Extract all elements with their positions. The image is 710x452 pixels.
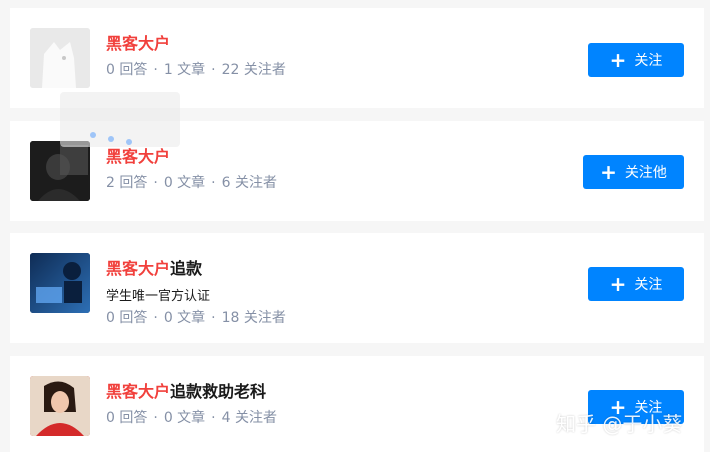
- follow-button-label: 关注他: [624, 165, 667, 181]
- followers-count: 6 关注者: [221, 175, 277, 191]
- name-rest[interactable]: 追款: [170, 259, 202, 278]
- articles-count: 1 文章: [163, 62, 206, 78]
- separator: ·: [211, 310, 216, 326]
- user-stats: 0 回答 · 0 文章 · 18 关注者: [106, 307, 286, 327]
- name-highlight[interactable]: 黑客大户: [106, 34, 170, 53]
- separator: ·: [153, 62, 158, 78]
- name-highlight[interactable]: 黑客大户: [106, 382, 170, 401]
- user-stats: 0 回答 · 1 文章 · 22 关注者: [106, 59, 286, 79]
- loading-dot: [108, 136, 114, 142]
- followers-count: 4 关注者: [221, 410, 277, 426]
- avatar[interactable]: [30, 376, 90, 436]
- plus-icon: +: [609, 272, 627, 296]
- follow-button[interactable]: + 关注: [588, 43, 684, 77]
- answers-count: 0 回答: [106, 62, 148, 78]
- avatar[interactable]: [30, 141, 90, 201]
- answers-count: 2 回答: [106, 175, 148, 191]
- user-card: 黑客大户追款救助老科 0 回答 · 0 文章 · 4 关注者 + 关注: [10, 356, 704, 452]
- followers-count: 18 关注者: [221, 310, 286, 326]
- user-stats: 2 回答 · 0 文章 · 6 关注者: [106, 172, 277, 192]
- user-name[interactable]: 黑客大户: [106, 30, 170, 54]
- follow-button-label: 关注: [634, 277, 663, 293]
- user-bio: 学生唯一官方认证: [106, 289, 211, 304]
- separator: ·: [153, 175, 158, 191]
- loading-dot: [90, 132, 96, 138]
- default-dog-avatar-icon: [30, 28, 90, 88]
- followers-count: 22 关注者: [221, 62, 286, 78]
- name-rest[interactable]: 追款救助老科: [170, 382, 266, 401]
- articles-count: 0 文章: [163, 310, 206, 326]
- separator: ·: [211, 410, 216, 426]
- avatar[interactable]: [30, 28, 90, 88]
- answers-count: 0 回答: [106, 410, 148, 426]
- loading-overlay: [60, 92, 180, 147]
- user-card: 黑客大户追款 学生唯一官方认证 0 回答 · 0 文章 · 18 关注者 + 关注: [10, 233, 704, 343]
- articles-count: 0 文章: [163, 175, 206, 191]
- articles-count: 0 文章: [163, 410, 206, 426]
- follow-button[interactable]: + 关注他: [583, 155, 684, 189]
- user-name[interactable]: 黑客大户追款救助老科: [106, 378, 266, 402]
- separator: ·: [211, 62, 216, 78]
- watermark: 知乎 @于小葵: [556, 412, 683, 436]
- loading-dot: [126, 139, 132, 145]
- separator: ·: [153, 310, 158, 326]
- plus-icon: +: [609, 48, 627, 72]
- person-dark-photo-avatar-icon: [30, 141, 90, 201]
- follow-button-label: 关注: [634, 53, 663, 69]
- user-stats: 0 回答 · 0 文章 · 4 关注者: [106, 407, 277, 427]
- user-name[interactable]: 黑客大户追款: [106, 255, 202, 279]
- name-highlight[interactable]: 黑客大户: [106, 259, 170, 278]
- answers-count: 0 回答: [106, 310, 148, 326]
- avatar[interactable]: [30, 253, 90, 313]
- plus-icon: +: [600, 160, 617, 184]
- name-highlight[interactable]: 黑客大户: [106, 147, 170, 166]
- blue-computer-photo-avatar-icon: [30, 253, 90, 313]
- woman-red-photo-avatar-icon: [30, 376, 90, 436]
- separator: ·: [153, 410, 158, 426]
- follow-button[interactable]: + 关注: [588, 267, 684, 301]
- separator: ·: [211, 175, 216, 191]
